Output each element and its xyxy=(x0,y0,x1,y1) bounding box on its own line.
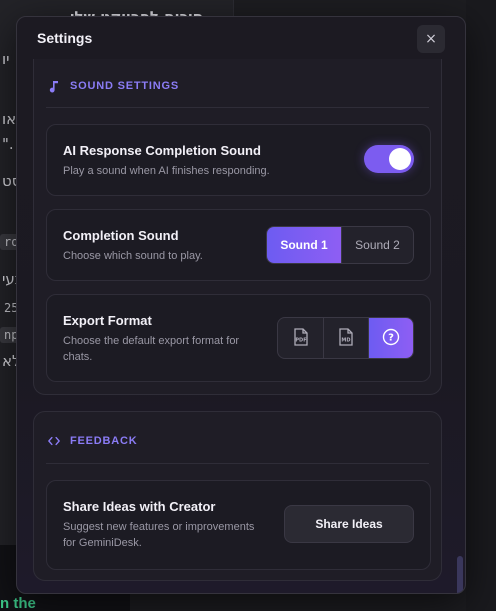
music-note-icon xyxy=(48,79,60,93)
feedback-section: FEEDBACK Share Ideas with Creator Sugges… xyxy=(33,411,442,581)
sound-1-option[interactable]: Sound 1 xyxy=(267,227,341,263)
close-button[interactable]: × xyxy=(417,25,445,53)
card-description: chats. xyxy=(63,351,93,363)
sound-selector: Sound 1 Sound 2 xyxy=(266,226,414,264)
dialog-header: Settings × xyxy=(17,17,465,61)
close-icon: × xyxy=(425,31,437,47)
pdf-file-icon: PDF xyxy=(293,327,309,349)
svg-text:PDF: PDF xyxy=(295,337,306,343)
card-title: Completion Sound xyxy=(63,228,179,243)
svg-text:MD: MD xyxy=(341,337,350,343)
card-description: Suggest new features or improvements xyxy=(63,521,255,533)
section-label: SOUND SETTINGS xyxy=(70,80,179,92)
question-icon: ? xyxy=(382,328,400,349)
completion-sound-card: Completion Sound Choose which sound to p… xyxy=(46,209,431,281)
response-sound-toggle[interactable] xyxy=(364,145,414,173)
toggle-knob xyxy=(389,148,411,170)
sound-2-option[interactable]: Sound 2 xyxy=(341,227,413,263)
export-format-card: Export Format Choose the default export … xyxy=(46,294,431,382)
card-description: Choose the default export format for xyxy=(63,335,240,347)
md-file-icon: MD xyxy=(338,327,354,349)
dialog-body[interactable]: SOUND SETTINGS AI Response Completion So… xyxy=(17,59,465,593)
help-format-option[interactable]: ? xyxy=(368,318,413,358)
section-header: FEEDBACK xyxy=(48,434,138,448)
section-label: FEEDBACK xyxy=(70,435,138,447)
settings-dialog: Settings × SOUND SETTINGS AI Response Co… xyxy=(16,16,466,594)
scrollbar-thumb[interactable] xyxy=(457,556,463,593)
card-title: Export Format xyxy=(63,313,152,328)
response-sound-card: AI Response Completion Sound Play a soun… xyxy=(46,124,431,196)
svg-text:?: ? xyxy=(388,332,394,343)
card-description: for GeminiDesk. xyxy=(63,537,142,549)
share-ideas-card: Share Ideas with Creator Suggest new fea… xyxy=(46,480,431,570)
md-format-option[interactable]: MD xyxy=(323,318,368,358)
export-format-selector: PDF MD ? xyxy=(277,317,414,359)
pdf-format-option[interactable]: PDF xyxy=(278,318,323,358)
background-text-line: ". xyxy=(2,135,14,153)
card-title: Share Ideas with Creator xyxy=(63,499,216,514)
card-description: Play a sound when AI finishes responding… xyxy=(63,165,270,177)
section-header: SOUND SETTINGS xyxy=(48,79,179,93)
card-title: AI Response Completion Sound xyxy=(63,143,261,158)
background-text-line: או xyxy=(2,110,17,128)
background-bottom-text: n the xyxy=(0,595,36,611)
divider xyxy=(46,463,429,464)
divider xyxy=(46,107,429,108)
share-ideas-button[interactable]: Share Ideas xyxy=(284,505,414,543)
background-right-gutter xyxy=(466,0,496,611)
dialog-title: Settings xyxy=(37,30,93,46)
sound-settings-section: SOUND SETTINGS AI Response Completion So… xyxy=(33,59,442,395)
background-text-line: יו xyxy=(2,50,10,68)
card-description: Choose which sound to play. xyxy=(63,250,203,262)
code-icon xyxy=(48,434,60,448)
